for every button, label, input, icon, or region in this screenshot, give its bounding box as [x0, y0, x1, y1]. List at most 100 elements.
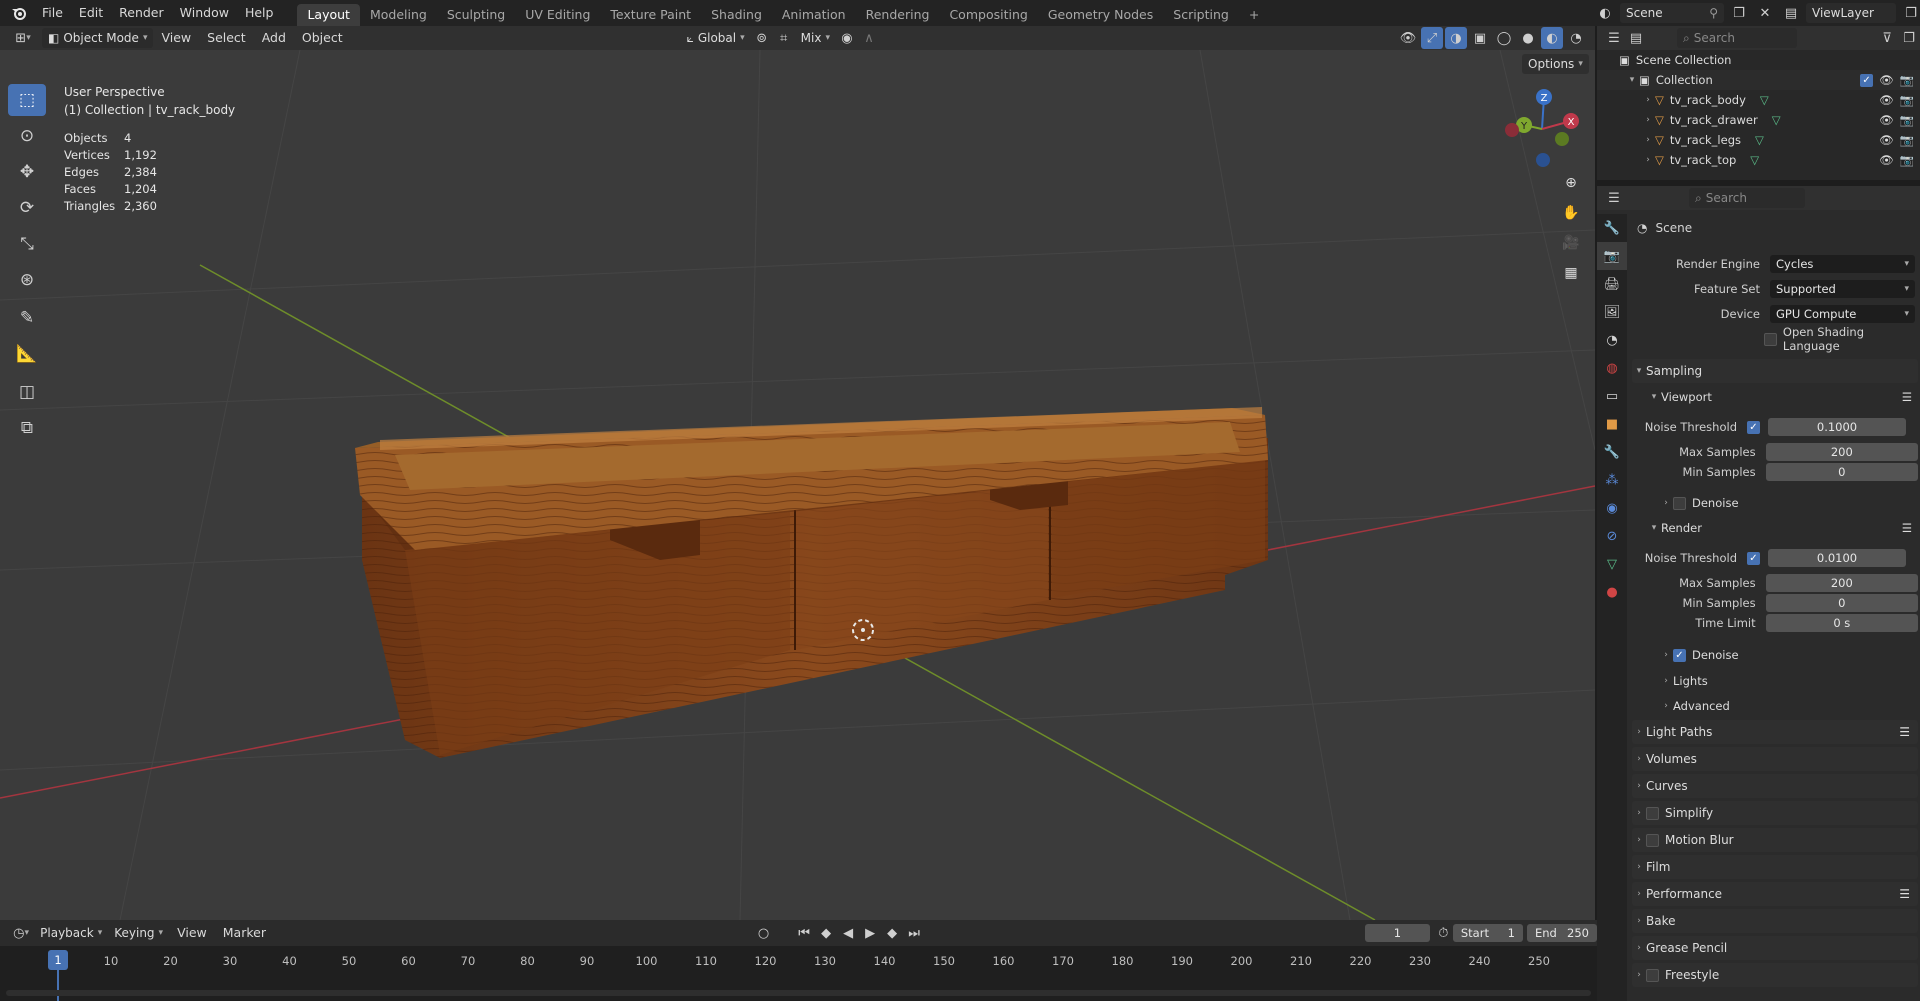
tab-layout[interactable]: Layout	[297, 4, 360, 26]
annotate-tool-icon[interactable]: ✎	[8, 302, 46, 334]
render-denoise-subpanel[interactable]: › ✓ Denoise	[1659, 645, 1738, 665]
mode-selector[interactable]: ◧ Object Mode ▾	[42, 28, 154, 48]
lights-subpanel[interactable]: › Lights	[1659, 671, 1708, 691]
viewport-menu-select[interactable]: Select	[199, 25, 254, 51]
render-noise-threshold-checkbox[interactable]: ✓	[1747, 551, 1760, 565]
object-tab-icon[interactable]: ■	[1597, 410, 1627, 438]
timeline-view-menu[interactable]: View	[169, 920, 215, 946]
tab-sculpting[interactable]: Sculpting	[437, 4, 515, 26]
render-min-samples-field[interactable]: 0	[1765, 594, 1918, 612]
eye-icon[interactable]: 👁	[1879, 113, 1894, 127]
tab-modeling[interactable]: Modeling	[360, 4, 437, 26]
viewport-menu-view[interactable]: View	[153, 25, 199, 51]
shading-wireframe-icon[interactable]: ◯	[1493, 27, 1515, 49]
cursor-tool-icon[interactable]: ⊙	[8, 120, 46, 152]
pivot-icon[interactable]: ⊚	[751, 27, 773, 49]
filter-icon[interactable]: ⊽	[1876, 27, 1898, 49]
viewport-menu-object[interactable]: Object	[294, 25, 351, 51]
feature-set-dropdown[interactable]: Supported ▾	[1770, 280, 1915, 298]
scene-icon[interactable]: ◐	[1594, 2, 1616, 24]
physics-tab-icon[interactable]: ◉	[1597, 494, 1627, 522]
simplify-panel[interactable]: › Simplify	[1632, 801, 1918, 825]
menu-help[interactable]: Help	[237, 0, 282, 26]
eye-icon[interactable]: 👁	[1879, 93, 1894, 107]
viewport-noise-threshold-checkbox[interactable]: ✓	[1747, 420, 1760, 434]
list-icon[interactable]: ☰	[1902, 390, 1912, 404]
3d-viewport[interactable]: User Perspective (1) Collection | tv_rac…	[0, 50, 1595, 920]
view-layer-icon[interactable]: ▤	[1780, 2, 1802, 24]
scene-collection-row[interactable]: ▣ Scene Collection	[1597, 50, 1920, 70]
menu-window[interactable]: Window	[172, 0, 237, 26]
timeline-marker-menu[interactable]: Marker	[215, 920, 274, 946]
record-icon[interactable]: ○	[754, 922, 773, 944]
shading-rendered-icon[interactable]: ◔	[1565, 27, 1587, 49]
jump-end-icon[interactable]: ⏭	[903, 922, 925, 944]
play-reverse-icon[interactable]: ◀	[837, 922, 859, 944]
viewport-menu-add[interactable]: Add	[254, 25, 294, 51]
properties-search[interactable]: ⌕ Search	[1689, 188, 1805, 208]
zoom-icon[interactable]: ⊕	[1558, 170, 1584, 196]
current-frame-field[interactable]: 1	[1365, 924, 1430, 942]
perspective-toggle-icon[interactable]: ▦	[1558, 260, 1584, 286]
device-dropdown[interactable]: GPU Compute ▾	[1770, 305, 1915, 323]
viewport-subpanel-header[interactable]: ▾ Viewport ☰	[1647, 387, 1918, 407]
particles-tab-icon[interactable]: ⁂	[1597, 466, 1627, 494]
play-icon[interactable]: ▶	[859, 922, 881, 944]
view-layer-tab-icon[interactable]: 🖼	[1597, 298, 1627, 326]
prev-keyframe-icon[interactable]: ◆	[815, 922, 837, 944]
viewport-min-samples-field[interactable]: 0	[1765, 463, 1918, 481]
navigation-gizmo[interactable]: Z Y X	[1500, 85, 1580, 175]
new-view-layer-icon[interactable]: ❐	[1900, 2, 1920, 24]
jump-start-icon[interactable]: ⏮	[793, 922, 815, 944]
playback-menu[interactable]: Playback ▾	[34, 923, 108, 943]
modifier-tab-icon[interactable]: 🔧	[1597, 438, 1627, 466]
tool-tab-icon[interactable]: 🔧	[1597, 214, 1627, 242]
tab-uv-editing[interactable]: UV Editing	[515, 4, 600, 26]
eye-icon[interactable]: 👁	[1879, 73, 1894, 87]
volumes-panel[interactable]: › Volumes	[1632, 747, 1918, 771]
blender-logo-icon[interactable]	[4, 2, 34, 24]
camera-view-icon[interactable]: 🎥	[1558, 230, 1584, 256]
motion-blur-checkbox[interactable]	[1646, 833, 1659, 847]
time-limit-field[interactable]: 0 s	[1765, 614, 1918, 632]
simplify-checkbox[interactable]	[1646, 806, 1659, 820]
eye-icon[interactable]: 👁	[1879, 133, 1894, 147]
timeline-scrollbar[interactable]	[6, 990, 1591, 996]
start-frame-field[interactable]: Start 1	[1452, 924, 1523, 942]
performance-panel[interactable]: › Performance ☰	[1632, 882, 1918, 906]
shading-material-icon[interactable]: ◐	[1541, 27, 1563, 49]
freestyle-panel[interactable]: › Freestyle	[1632, 963, 1918, 987]
display-mode-icon[interactable]: ▤	[1625, 27, 1647, 49]
shading-solid-icon[interactable]: ●	[1517, 27, 1539, 49]
xray-icon[interactable]: ▣	[1469, 27, 1491, 49]
timeline-ruler[interactable]: 1 10 20 30 40 50 60 70 80 90 100 110 120 130 140 150 16…	[0, 946, 1597, 1001]
light-paths-panel[interactable]: › Light Paths ☰	[1632, 720, 1918, 744]
outliner-item-tv-rack-legs[interactable]: › ▽ tv_rack_legs ▽ 👁 📷	[1597, 130, 1920, 150]
falloff-icon[interactable]: ∧	[858, 27, 880, 49]
film-panel[interactable]: › Film	[1632, 855, 1918, 879]
collection-row[interactable]: ▾ ▣ Collection ✓ 👁 📷	[1597, 70, 1920, 90]
camera-icon[interactable]: 📷	[1900, 93, 1914, 107]
visibility-icon[interactable]: 👁	[1397, 27, 1419, 49]
expand-arrow-icon[interactable]: ›	[1641, 95, 1655, 105]
timeline-editor-icon[interactable]: ◷ ▾	[8, 922, 34, 944]
motion-blur-panel[interactable]: › Motion Blur	[1632, 828, 1918, 852]
world-tab-icon[interactable]: ◍	[1597, 354, 1627, 382]
tab-animation[interactable]: Animation	[772, 4, 856, 26]
viewport-denoise-checkbox[interactable]	[1673, 496, 1686, 510]
osl-checkbox[interactable]	[1764, 332, 1777, 346]
material-tab-icon[interactable]: ●	[1597, 578, 1627, 606]
render-subpanel-header[interactable]: ▾ Render ☰	[1647, 518, 1918, 538]
advanced-subpanel[interactable]: › Advanced	[1659, 696, 1730, 716]
render-max-samples-field[interactable]: 200	[1765, 574, 1918, 592]
scene-selector[interactable]: Scene ⚲	[1620, 3, 1724, 23]
menu-file[interactable]: File	[34, 0, 71, 26]
viewport-noise-threshold-field[interactable]: 0.1000	[1768, 418, 1906, 436]
list-icon[interactable]: ☰	[1899, 725, 1910, 739]
tab-scripting[interactable]: Scripting	[1163, 4, 1239, 26]
data-tab-icon[interactable]: ▽	[1597, 550, 1627, 578]
viewport-denoise-subpanel[interactable]: › Denoise	[1659, 493, 1738, 513]
bake-panel[interactable]: › Bake	[1632, 909, 1918, 933]
snap-mode[interactable]: Mix ▾	[795, 28, 836, 48]
tab-compositing[interactable]: Compositing	[939, 4, 1037, 26]
